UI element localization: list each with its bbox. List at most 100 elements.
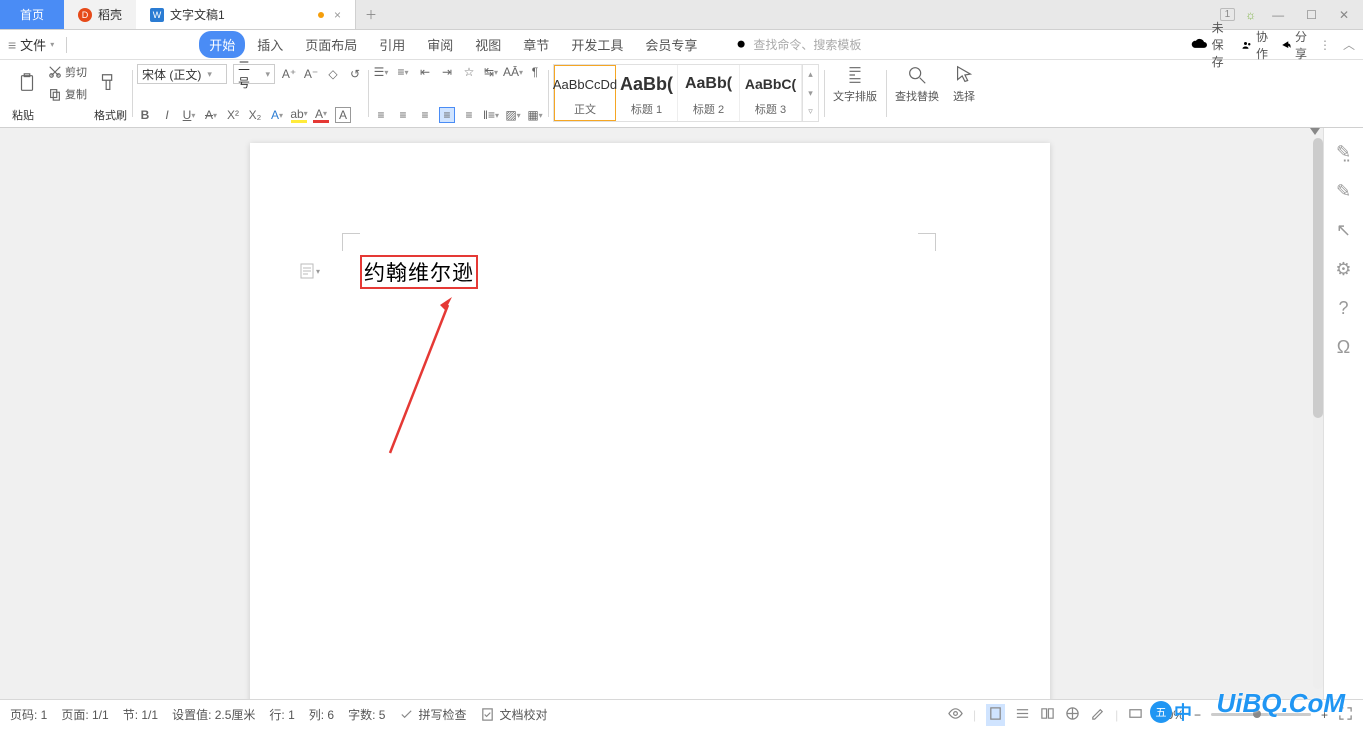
italic-icon[interactable]: I <box>159 107 175 123</box>
document-canvas[interactable]: ▾ 约翰维尔逊 <box>0 128 1323 699</box>
font-color-icon[interactable]: A▾ <box>313 107 329 123</box>
reading-view-icon[interactable] <box>1040 706 1055 724</box>
line-spacing-icon[interactable]: ‖≡▾ <box>483 107 499 123</box>
paragraph-style-icon[interactable]: ▾ <box>300 263 320 279</box>
ribbon-tab-devtools[interactable]: 开发工具 <box>561 31 633 58</box>
paste-button[interactable] <box>12 72 42 94</box>
style-gallery-scroll[interactable]: ▴▾▿ <box>802 65 818 121</box>
print-icon[interactable] <box>103 36 107 53</box>
style-heading1[interactable]: AaBb(标题 1 <box>616 65 678 121</box>
expand-gallery-icon[interactable]: ▿ <box>803 102 818 121</box>
ribbon-tab-review[interactable]: 审阅 <box>417 31 463 58</box>
style-heading2[interactable]: AaBb(标题 2 <box>678 65 740 121</box>
draft-view-icon[interactable] <box>1090 706 1105 724</box>
ribbon-tab-insert[interactable]: 插入 <box>247 31 293 58</box>
style-heading3[interactable]: AaBbC(标题 3 <box>740 65 802 121</box>
cut-button[interactable]: 剪切 <box>48 64 87 80</box>
tab-document[interactable]: W 文字文稿1 × <box>136 0 356 29</box>
shrink-font-icon[interactable]: A⁻ <box>303 66 319 82</box>
text-layout-button[interactable]: 文字排版 <box>829 64 881 104</box>
select-button[interactable]: 选择 <box>949 64 979 104</box>
toolbox-icon[interactable]: ✎̤ <box>1336 142 1351 163</box>
superscript-icon[interactable]: X² <box>225 107 241 123</box>
align-distribute-icon[interactable]: ≡ <box>461 107 477 123</box>
web-view-icon[interactable] <box>1065 706 1080 724</box>
status-proof[interactable]: 文档校对 <box>480 706 547 723</box>
number-list-icon[interactable]: ≡▾ <box>395 64 411 80</box>
shading-icon[interactable]: ▨▾ <box>505 107 521 123</box>
outline-view-icon[interactable] <box>1015 706 1030 724</box>
copy-button[interactable]: 复制 <box>48 86 87 102</box>
help-icon[interactable]: ? <box>1338 298 1348 319</box>
format-painter-button[interactable] <box>93 72 123 94</box>
status-col[interactable]: 列: 6 <box>309 706 334 723</box>
page[interactable]: ▾ 约翰维尔逊 <box>250 143 1050 699</box>
cursor-tool-icon[interactable]: ↖ <box>1336 220 1351 241</box>
tab-add-button[interactable]: ＋ <box>356 0 386 29</box>
page-view-icon[interactable] <box>986 704 1005 726</box>
change-case-icon[interactable]: ↺ <box>347 66 363 82</box>
border-icon[interactable]: ▦▾ <box>527 107 543 123</box>
highlight-icon[interactable]: ab▾ <box>291 107 307 123</box>
unsaved-indicator[interactable]: 未保存 <box>1190 19 1229 70</box>
status-spell[interactable]: 拼写检查 <box>399 706 466 723</box>
eye-icon[interactable] <box>948 706 963 724</box>
document-selected-text[interactable]: 约翰维尔逊 <box>360 255 478 289</box>
find-replace-button[interactable]: 查找替换 <box>891 64 943 104</box>
save-icon[interactable] <box>79 36 83 53</box>
pen-icon[interactable]: ✎ <box>1336 181 1351 202</box>
share-button[interactable]: 分享 <box>1280 28 1307 62</box>
bold-icon[interactable]: B <box>137 107 153 123</box>
command-search[interactable]: 查找命令、搜索模板 <box>735 36 861 53</box>
font-name-combo[interactable]: 宋体 (正文)▾ <box>137 64 227 84</box>
phonetic-icon[interactable]: AĀ▾ <box>505 64 521 80</box>
char-shading-icon[interactable]: A <box>335 107 351 123</box>
align-center-icon[interactable]: ≡ <box>395 107 411 123</box>
tab-home[interactable]: 首页 <box>0 0 64 29</box>
ribbon-tab-start[interactable]: 开始 <box>199 31 245 58</box>
align-right-icon[interactable]: ≡ <box>417 107 433 123</box>
more-icon[interactable]: ⋮ <box>1319 38 1331 52</box>
settings-slider-icon[interactable]: ⚙ <box>1335 259 1351 280</box>
tab-close-icon[interactable]: × <box>334 8 341 22</box>
omega-icon[interactable]: Ω <box>1337 337 1350 358</box>
align-justify-icon[interactable]: ≡ <box>439 107 455 123</box>
status-row[interactable]: 行: 1 <box>269 706 294 723</box>
increase-indent-icon[interactable]: ⇥ <box>439 64 455 80</box>
ribbon-tab-view[interactable]: 视图 <box>465 31 511 58</box>
vertical-scrollbar[interactable] <box>1313 138 1323 689</box>
status-page-code[interactable]: 页码: 1 <box>10 706 47 723</box>
font-size-combo[interactable]: 二号▾ <box>233 64 275 84</box>
clear-format-icon[interactable]: ◇ <box>325 66 341 82</box>
show-marks-icon[interactable]: ¶ <box>527 64 543 80</box>
file-menu[interactable]: ≡ 文件 ▾ <box>8 35 54 54</box>
status-page[interactable]: 页面: 1/1 <box>61 706 108 723</box>
strikethrough-icon[interactable]: A▾ <box>203 107 219 123</box>
grow-font-icon[interactable]: A⁺ <box>281 66 297 82</box>
text-effects-icon[interactable]: A▾ <box>269 107 285 123</box>
underline-icon[interactable]: U▾ <box>181 107 197 123</box>
style-normal[interactable]: AaBbCcDd正文 <box>554 65 616 121</box>
decrease-indent-icon[interactable]: ⇤ <box>417 64 433 80</box>
ribbon-tab-chapter[interactable]: 章节 <box>513 31 559 58</box>
scroll-up-icon[interactable]: ▴ <box>803 65 818 84</box>
collapse-ribbon-icon[interactable]: ︿ <box>1343 36 1355 53</box>
ribbon-tab-reference[interactable]: 引用 <box>369 31 415 58</box>
fit-width-icon[interactable] <box>1128 706 1143 724</box>
status-setting[interactable]: 设置值: 2.5厘米 <box>172 706 255 723</box>
align-left-icon[interactable]: ≡ <box>373 107 389 123</box>
status-chars[interactable]: 字数: 5 <box>348 706 385 723</box>
redo-icon[interactable] <box>127 36 131 53</box>
collab-button[interactable]: 协作 <box>1241 28 1268 62</box>
ribbon-tab-member[interactable]: 会员专享 <box>635 31 707 58</box>
bullet-list-icon[interactable]: ☰▾ <box>373 64 389 80</box>
subscript-icon[interactable]: X₂ <box>247 107 263 123</box>
ribbon-tab-layout[interactable]: 页面布局 <box>295 31 367 58</box>
tab-char-icon[interactable]: ↹▾ <box>483 64 499 80</box>
tab-shell[interactable]: D 稻壳 <box>64 0 136 29</box>
ime-indicator[interactable]: 五 中 <box>1150 699 1192 725</box>
status-section[interactable]: 节: 1/1 <box>123 706 158 723</box>
undo-icon[interactable] <box>115 36 119 53</box>
sort-icon[interactable]: ☆ <box>461 64 477 80</box>
zoom-out-icon[interactable]: − <box>1194 708 1201 722</box>
